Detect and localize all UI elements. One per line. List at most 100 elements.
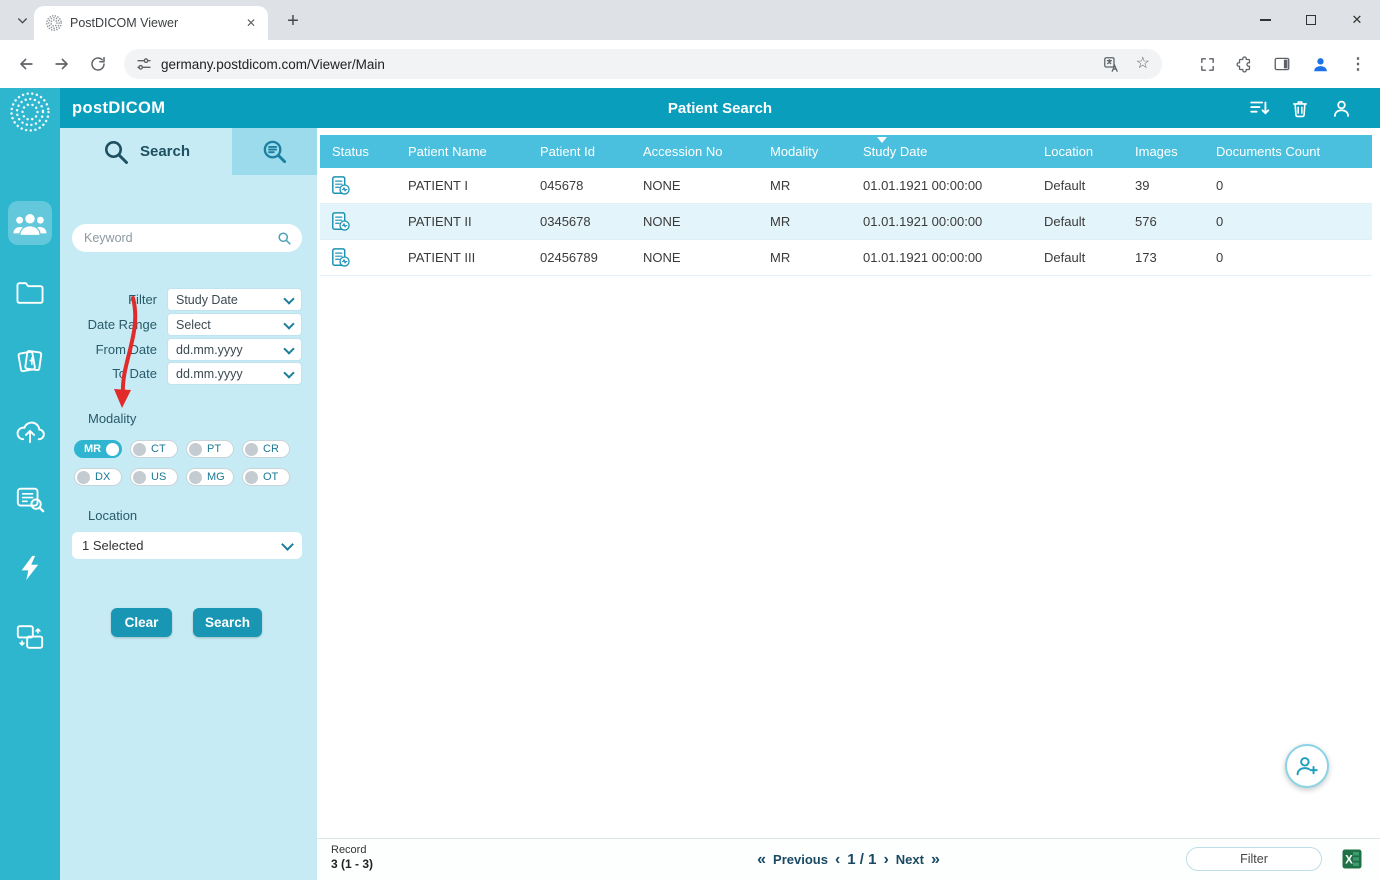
window-minimize-button[interactable] [1242, 0, 1288, 40]
modality-toggle-dx[interactable]: DX [74, 468, 122, 486]
to-date-value: dd.mm.yyyy [176, 366, 243, 381]
study-date-cell: 01.01.1921 00:00:00 [863, 214, 983, 229]
profile-avatar-icon[interactable] [1311, 55, 1330, 74]
column-header-documents-count[interactable]: Documents Count [1204, 135, 1372, 168]
browser-toolbar-icons: ⋮ [1199, 54, 1366, 74]
keyword-input[interactable] [82, 230, 277, 246]
from-date-select[interactable]: dd.mm.yyyy [167, 338, 302, 361]
first-page-icon[interactable]: « [757, 851, 766, 869]
sidebar-item-patients[interactable] [8, 201, 52, 245]
chevron-right-icon[interactable]: › [883, 851, 888, 869]
to-date-label: To Date [112, 366, 157, 381]
table-row[interactable]: PATIENT III 02456789 NONE MR 01.01.1921 … [320, 240, 1372, 276]
translate-icon[interactable] [1103, 56, 1120, 73]
page-indicator: 1 / 1 [847, 851, 877, 868]
modality-toggle-cr[interactable]: CR [242, 440, 290, 458]
accession-no-cell: NONE [643, 178, 681, 193]
patient-id-cell: 02456789 [540, 250, 598, 265]
study-date-cell: 01.01.1921 00:00:00 [863, 250, 983, 265]
sidebar-item-documents[interactable] [8, 339, 52, 383]
browser-menu-icon[interactable]: ⋮ [1350, 54, 1366, 74]
toggle-knob [189, 442, 202, 456]
to-date-select[interactable]: dd.mm.yyyy [167, 362, 302, 385]
column-header-modality[interactable]: Modality [758, 135, 851, 168]
user-icon [1333, 100, 1349, 117]
table-row[interactable]: PATIENT I 045678 NONE MR 01.01.1921 00:0… [320, 168, 1372, 204]
filter-select[interactable]: Study Date [167, 288, 302, 311]
images-cell: 39 [1135, 178, 1150, 193]
modality-toggle-mg[interactable]: MG [186, 468, 234, 486]
modality-toggle-ct[interactable]: CT [130, 440, 178, 458]
modality-toggle-us[interactable]: US [130, 468, 178, 486]
last-page-icon[interactable]: » [931, 851, 940, 869]
chevron-left-icon[interactable]: ‹ [835, 851, 840, 869]
add-patient-fab[interactable] [1285, 744, 1329, 788]
postdicom-app: postDICOM Patient Search Search Keyword … [0, 88, 1380, 880]
window-close-button[interactable]: ✕ [1334, 0, 1380, 40]
modality-toggle-pt[interactable]: PT [186, 440, 234, 458]
location-select[interactable]: 1 Selected [72, 532, 302, 559]
extensions-icon[interactable] [1236, 55, 1253, 73]
column-header-patient-id[interactable]: Patient Id [528, 135, 631, 168]
back-button[interactable] [14, 52, 38, 76]
new-tab-button[interactable]: + [280, 8, 306, 34]
svg-text:X: X [1345, 855, 1353, 867]
site-settings-icon[interactable] [136, 56, 152, 72]
patient-id-cell: 045678 [540, 178, 584, 193]
patient-name-cell: PATIENT III [408, 250, 476, 265]
date-range-select[interactable]: Select [167, 313, 302, 336]
column-header-study-date[interactable]: Study Date [851, 135, 1032, 168]
search-icon [278, 231, 291, 245]
toggle-knob [245, 470, 258, 484]
excel-export-icon[interactable]: X [1342, 849, 1362, 869]
next-page-button[interactable]: Next [896, 852, 924, 867]
reload-icon [91, 56, 105, 71]
column-header-images[interactable]: Images [1123, 135, 1204, 168]
search-button[interactable]: Search [193, 608, 262, 637]
sort-desc-icon [877, 137, 887, 143]
status-cell [320, 240, 396, 275]
modality-toggle-mr[interactable]: MR [74, 440, 122, 458]
address-bar[interactable]: germany.postdicom.com/Viewer/Main ☆ [124, 49, 1162, 79]
column-header-location[interactable]: Location [1032, 135, 1123, 168]
tab-search-button[interactable] [10, 9, 34, 31]
column-header-accession-no[interactable]: Accession No [631, 135, 758, 168]
advanced-search-icon [263, 140, 287, 164]
sidebar-item-folders[interactable] [8, 270, 52, 314]
sidebar-item-share[interactable] [8, 546, 52, 590]
delete-button[interactable] [1289, 97, 1311, 119]
side-panel-icon[interactable] [1273, 55, 1291, 73]
clear-button[interactable]: Clear [111, 608, 172, 637]
accession-no-cell: NONE [643, 214, 681, 229]
tab-advanced-search[interactable] [232, 128, 317, 175]
documents-count-cell: 0 [1216, 178, 1224, 193]
browser-tab-strip: PostDICOM Viewer ✕ + ✕ [0, 0, 1380, 40]
browser-tab[interactable]: PostDICOM Viewer ✕ [34, 6, 268, 40]
bookmark-star-icon[interactable]: ☆ [1136, 56, 1150, 72]
tab-title: PostDICOM Viewer [70, 16, 179, 30]
sidebar-item-upload[interactable] [8, 408, 52, 452]
cloud-upload-icon [16, 421, 45, 443]
filter-button[interactable]: Filter [1186, 847, 1322, 871]
account-button[interactable] [1330, 97, 1352, 119]
from-date-row: From Date dd.mm.yyyy [60, 338, 302, 361]
column-header-status[interactable]: Status [320, 135, 396, 168]
table-row[interactable]: PATIENT II 0345678 NONE MR 01.01.1921 00… [320, 204, 1372, 240]
column-header-patient-name[interactable]: Patient Name [396, 135, 528, 168]
sidebar-item-worklist[interactable] [8, 477, 52, 521]
previous-page-button[interactable]: Previous [773, 852, 828, 867]
forward-button[interactable] [50, 52, 74, 76]
documents-count-cell: 0 [1216, 214, 1224, 229]
tab-close-icon[interactable]: ✕ [242, 14, 260, 32]
window-maximize-button[interactable] [1288, 0, 1334, 40]
sort-button[interactable] [1248, 97, 1270, 119]
omnibox-actions: ☆ [1103, 56, 1150, 73]
modality-toggle-ot[interactable]: OT [242, 468, 290, 486]
favicon [46, 15, 62, 31]
tab-search[interactable]: Search [60, 128, 232, 175]
reload-button[interactable] [86, 52, 110, 76]
sidebar-item-transfer[interactable] [8, 615, 52, 659]
toggle-knob [189, 470, 202, 484]
keyword-search-field [72, 224, 302, 252]
fullscreen-icon[interactable] [1199, 56, 1216, 73]
